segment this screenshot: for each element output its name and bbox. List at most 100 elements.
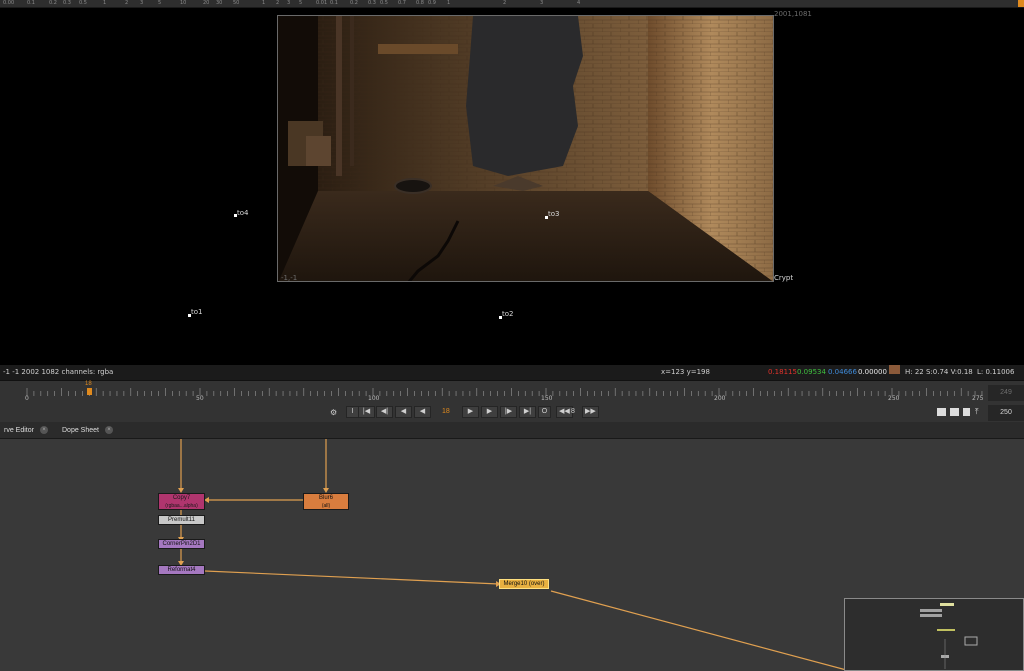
toolbar-tick: 10 — [180, 0, 187, 6]
pixel-hsv-value: H: 22 S:0.74 V:0.18 — [905, 368, 973, 376]
node-label: Blur6 — [318, 495, 333, 501]
node-label: Copy7 — [172, 495, 191, 501]
toolbar-tick: 0.2 — [49, 0, 57, 6]
toolbar-tick: 0.9 — [428, 0, 436, 6]
pixel-blue-value: 0.04666 — [828, 368, 857, 376]
toolbar-tick: 0.1 — [27, 0, 35, 6]
range-out-field[interactable]: 250 — [988, 405, 1024, 421]
timeline-ruler[interactable] — [0, 385, 988, 397]
bbox-top-right-label: 2001,1081 — [774, 10, 812, 18]
viewer-layer-label: Crypt — [774, 274, 794, 282]
toolbar-tick: 2 — [276, 0, 280, 6]
toolbar-tick: 0.7 — [398, 0, 406, 6]
pixel-color-swatch — [889, 365, 900, 374]
viewer-info-bar: -1 -1 2002 1082 channels: rgba x=123 y=1… — [0, 365, 1024, 380]
node-label: Reformat4 — [167, 567, 196, 573]
node-copy[interactable]: Copy7 (rgbaa...alpha) — [158, 493, 205, 510]
ruler-number: 275 — [972, 395, 984, 402]
ruler-number: 150 — [541, 395, 553, 402]
toolbar-tick: 2 — [125, 0, 129, 6]
toolbar-tick: 3 — [287, 0, 291, 6]
toolbar-tick: 0.5 — [380, 0, 388, 6]
node-sublabel: (all) — [321, 503, 331, 509]
panel-tab-bar: rve Editor × Dope Sheet × — [0, 422, 1024, 439]
toolbar-tick: 30 — [216, 0, 223, 6]
ruler-number: 100 — [368, 395, 380, 402]
tab-dope-sheet[interactable]: Dope Sheet × — [58, 424, 117, 438]
timeline-panel[interactable]: 18 0 50 100 150 200 250 275 249 250 ⚙ I … — [0, 380, 1024, 422]
cornerpin-to3-label: to3 — [548, 210, 560, 218]
toolbar-tick: 1 — [447, 0, 451, 6]
step-forward-button[interactable]: ▶▶ — [582, 406, 599, 418]
node-graph-minimap[interactable] — [844, 598, 1024, 671]
node-cornerpin[interactable]: CornerPin2D1 — [158, 539, 205, 549]
out-point-button[interactable]: O — [538, 406, 551, 418]
next-key-button[interactable]: |▶ — [500, 406, 517, 418]
pixel-green-value: 0.09534 — [797, 368, 826, 376]
close-icon[interactable]: × — [104, 426, 113, 434]
ruler-number: 50 — [196, 395, 204, 402]
cornerpin-to4-label: to4 — [237, 209, 249, 217]
stop-icon[interactable] — [950, 408, 959, 416]
toolbar-tick: 0.8 — [416, 0, 424, 6]
export-icon[interactable]: ⤒ — [975, 407, 979, 417]
prev-frame-button[interactable]: ◀ — [395, 406, 412, 418]
playhead[interactable] — [87, 388, 92, 395]
pixel-luminance-value: L: 0.11006 — [977, 368, 1015, 376]
toolbar-tick: 0.00 — [3, 0, 15, 6]
toolbar-tick: 0.1 — [330, 0, 338, 6]
viewer-toolbar[interactable]: 0.00 0.1 0.2 0.3 0.5 1 2 3 5 10 20 30 50… — [0, 0, 1024, 8]
timeline-ticks — [26, 388, 983, 396]
pixel-alpha-value: 0.00000 — [858, 368, 887, 376]
node-premult[interactable]: Premult11 — [158, 515, 205, 525]
range-end-field[interactable]: 249 — [988, 385, 1024, 401]
fps-icon[interactable]: ⚙ — [330, 408, 337, 417]
goto-end-button[interactable]: ▶| — [519, 406, 536, 418]
bbox-bottom-left-label: -1,-1 — [281, 274, 298, 282]
basement-photo — [278, 16, 773, 281]
node-label: Merge10 (over) — [503, 581, 545, 587]
node-label: CornerPin2D1 — [162, 541, 201, 547]
toolbar-tick: 20 — [203, 0, 210, 6]
node-label: Premult11 — [168, 517, 195, 523]
flipbook-icon[interactable] — [937, 408, 946, 416]
next-frame-button[interactable]: ▶ — [481, 406, 498, 418]
toolbar-tick: 0.3 — [63, 0, 71, 6]
tab-label: rve Editor — [4, 427, 34, 434]
prev-key-button[interactable]: ◀| — [376, 406, 393, 418]
toolbar-menu-icon[interactable] — [1018, 0, 1024, 7]
node-reformat[interactable]: Reformat4 — [158, 565, 205, 575]
goto-start-button[interactable]: |◀ — [358, 406, 375, 418]
cornerpin-to2-label: to2 — [502, 310, 514, 318]
toolbar-tick: 0.3 — [368, 0, 376, 6]
pixel-red-value: 0.18115 — [768, 368, 797, 376]
toolbar-tick: 2 — [503, 0, 507, 6]
node-blur[interactable]: Blur6 (all) — [303, 493, 349, 510]
ruler-number: 200 — [714, 395, 726, 402]
tab-label: Dope Sheet — [62, 427, 99, 434]
toolbar-tick: 1 — [103, 0, 107, 6]
toolbar-tick: 50 — [233, 0, 240, 6]
toolbar-tick: 3 — [540, 0, 544, 6]
step-size-field[interactable]: 8 — [571, 406, 575, 418]
viewer-panel[interactable]: 2001,1081 -1,-1 Crypt to4 to3 to1 to2 — [0, 8, 1024, 365]
play-backward-button[interactable]: ◀ — [414, 406, 431, 418]
current-frame-field[interactable]: 18 — [442, 406, 450, 418]
cursor-coords: x=123 y=198 — [661, 368, 710, 376]
cornerpin-to1-label: to1 — [191, 308, 203, 316]
close-icon[interactable]: × — [39, 426, 48, 434]
play-forward-button[interactable]: ▶ — [462, 406, 479, 418]
ruler-number: 250 — [888, 395, 900, 402]
lock-icon[interactable] — [963, 408, 970, 416]
node-merge[interactable]: Merge10 (over) — [499, 579, 549, 589]
format-info: -1 -1 2002 1082 channels: rgba — [3, 368, 114, 376]
toolbar-tick: 5 — [299, 0, 303, 6]
playhead-frame-label: 18 — [85, 381, 92, 387]
nuke-app: 0.00 0.1 0.2 0.3 0.5 1 2 3 5 10 20 30 50… — [0, 0, 1024, 671]
toolbar-tick: 4 — [577, 0, 581, 6]
viewer-image[interactable] — [277, 15, 774, 282]
node-graph[interactable]: Copy7 (rgbaa...alpha) Blur6 (all) Premul… — [0, 439, 1024, 671]
toolbar-tick: 3 — [140, 0, 144, 6]
minimap-contents — [920, 603, 978, 669]
tab-curve-editor[interactable]: rve Editor × — [0, 424, 52, 438]
